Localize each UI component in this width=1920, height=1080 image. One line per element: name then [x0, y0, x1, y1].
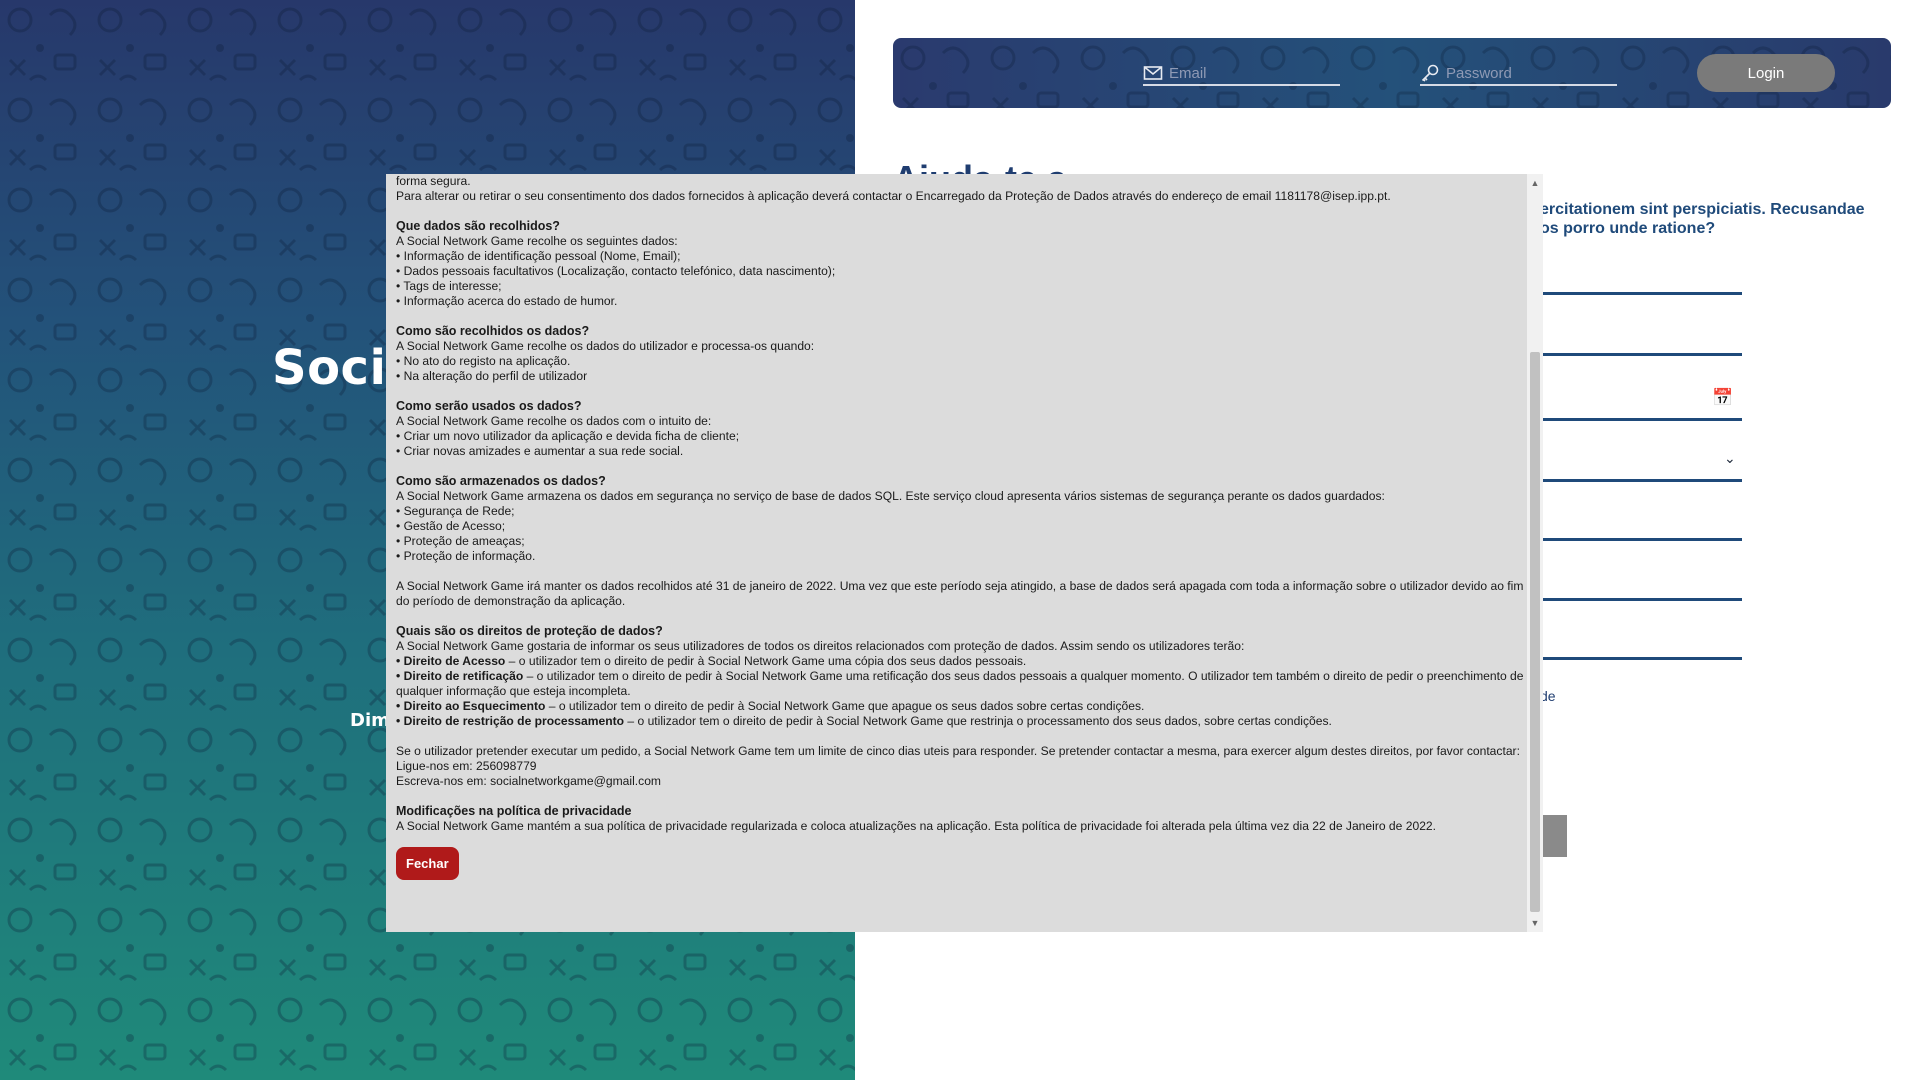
description-line-2: os porro unde ratione?: [1540, 220, 1716, 237]
section-line: • Informação de identificação pessoal (N…: [396, 249, 681, 263]
retention-text: A Social Network Game irá manter os dado…: [396, 579, 1524, 608]
section-line: • Proteção de ameaças;: [396, 534, 525, 548]
contact-phone: Ligue-nos em: 256098779: [396, 759, 537, 773]
scroll-thumb[interactable]: [1530, 352, 1540, 912]
right-desc: – o utilizador tem o direito de pedir à …: [396, 669, 1524, 698]
password-field[interactable]: Password: [1420, 62, 1617, 86]
description-line-1: ercitationem sint perspiciatis. Recusand…: [1540, 201, 1865, 218]
modal-scrollbar[interactable]: ▲ ▼: [1527, 174, 1543, 932]
section-heading: Que dados são recolhidos?: [396, 219, 560, 233]
form-field-underline[interactable]: [1540, 353, 1742, 356]
contact-line: Se o utilizador pretender executar um pe…: [396, 744, 1520, 758]
right-item: • Direito de retificação – o utilizador …: [396, 669, 1526, 699]
section-line: • Gestão de Acesso;: [396, 519, 506, 533]
intro-line: forma segura.: [396, 174, 471, 188]
section-line: • Criar um novo utilizador da aplicação …: [396, 429, 740, 443]
section-line: • Tags de interesse;: [396, 279, 502, 293]
privacy-policy-content: forma segura. Para alterar ou retirar o …: [396, 174, 1526, 880]
calendar-icon[interactable]: 📅: [1712, 388, 1733, 408]
section-line: A Social Network Game recolhe os seguint…: [396, 234, 678, 248]
right-name: • Direito de Acesso: [396, 654, 506, 668]
right-item: • Direito ao Esquecimento – o utilizador…: [396, 699, 1526, 714]
section-heading: Como são armazenados os dados?: [396, 474, 606, 488]
form-field-underline[interactable]: [1540, 538, 1742, 541]
key-icon: [1421, 64, 1439, 82]
page-description: ercitationem sint perspiciatis. Recusand…: [1540, 200, 1910, 238]
section-policy-changes: Modificações na política de privacidade …: [396, 804, 1526, 834]
right-name: • Direito ao Esquecimento: [396, 699, 546, 713]
section-data-collected: Que dados são recolhidos? A Social Netwo…: [396, 219, 1526, 309]
right-item: • Direito de restrição de processamento …: [396, 714, 1526, 729]
section-line: A Social Network Game gostaria de inform…: [396, 639, 1245, 653]
date-field-underline[interactable]: [1540, 418, 1742, 421]
section-heading: Modificações na política de privacidade: [396, 804, 632, 818]
section-line: • No ato do registo na aplicação.: [396, 354, 571, 368]
privacy-policy-modal: forma segura. Para alterar ou retirar o …: [386, 174, 1543, 932]
section-line: A Social Network Game armazena os dados …: [396, 489, 1385, 503]
scroll-up-arrow-icon[interactable]: ▲: [1527, 176, 1543, 190]
select-field-underline[interactable]: [1540, 479, 1742, 482]
section-line: • Criar novas amizades e aumentar a sua …: [396, 444, 684, 458]
right-name: • Direito de retificação: [396, 669, 524, 683]
login-button[interactable]: Login: [1697, 54, 1835, 92]
scroll-down-arrow-icon[interactable]: ▼: [1527, 916, 1543, 930]
section-how-collected: Como são recolhidos os dados? A Social N…: [396, 324, 1526, 384]
section-line: A Social Network Game mantém a sua polít…: [396, 819, 1437, 833]
email-field[interactable]: Email: [1143, 62, 1340, 86]
section-rights: Quais são os direitos de proteção de dad…: [396, 624, 1526, 729]
right-name: • Direito de restrição de processamento: [396, 714, 625, 728]
section-line: • Dados pessoais facultativos (Localizaç…: [396, 264, 836, 278]
right-desc: – o utilizador tem o direito de pedir à …: [545, 699, 1145, 713]
right-desc: – o utilizador tem o direito de pedir à …: [624, 714, 1332, 728]
section-retention: A Social Network Game irá manter os dado…: [396, 579, 1526, 609]
form-field-underline[interactable]: [1540, 292, 1742, 295]
app-subtitle: Dim: [350, 710, 390, 731]
form-field-underline[interactable]: [1540, 598, 1742, 601]
form-field-underline[interactable]: [1540, 657, 1742, 660]
section-contact: Se o utilizador pretender executar um pe…: [396, 744, 1526, 789]
section-line: • Segurança de Rede;: [396, 504, 515, 518]
email-placeholder: Email: [1169, 64, 1207, 82]
section-how-used: Como serão usados os dados? A Social Net…: [396, 399, 1526, 459]
intro-line: Para alterar ou retirar o seu consentime…: [396, 189, 1391, 203]
section-line: • Proteção de informação.: [396, 549, 536, 563]
submit-button-partial[interactable]: [1541, 815, 1567, 857]
section-line: • Na alteração do perfil de utilizador: [396, 369, 588, 383]
contact-email: Escreva-nos em: socialnetworkgame@gmail.…: [396, 774, 661, 788]
section-how-stored: Como são armazenados os dados? A Social …: [396, 474, 1526, 564]
section-line: A Social Network Game recolhe os dados c…: [396, 414, 712, 428]
section-heading: Quais são os direitos de proteção de dad…: [396, 624, 663, 638]
chevron-down-icon[interactable]: ⌄: [1724, 450, 1736, 467]
right-item: • Direito de Acesso – o utilizador tem o…: [396, 654, 1526, 669]
section-heading: Como serão usados os dados?: [396, 399, 582, 413]
section-line: • Informação acerca do estado de humor.: [396, 294, 618, 308]
mail-icon: [1143, 66, 1163, 80]
section-heading: Como são recolhidos os dados?: [396, 324, 590, 338]
section-line: A Social Network Game recolhe os dados d…: [396, 339, 815, 353]
right-desc: – o utilizador tem o direito de pedir à …: [505, 654, 1027, 668]
close-button[interactable]: Fechar: [396, 847, 459, 880]
password-placeholder: Password: [1446, 64, 1512, 82]
